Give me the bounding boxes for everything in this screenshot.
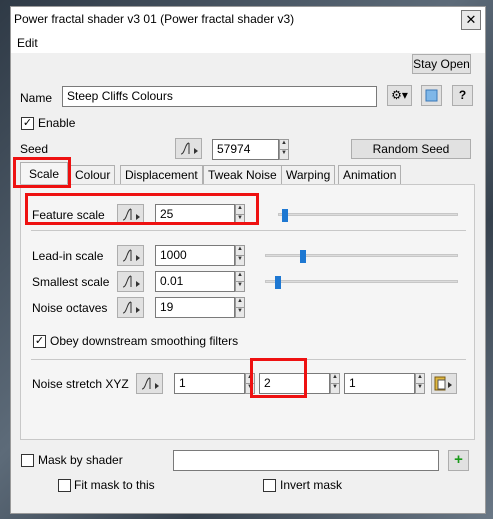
smallest-scale-slider-thumb[interactable] [274, 276, 281, 289]
noise-stretch-label: Noise stretch XYZ [32, 377, 129, 391]
title-bar[interactable]: Power fractal shader v3 01 (Power fracta… [11, 7, 485, 33]
random-seed-button[interactable]: Random Seed [351, 139, 471, 159]
highlight-box-stretch-y [250, 358, 307, 398]
name-input[interactable]: Steep Cliffs Colours [62, 86, 377, 107]
paste-button[interactable] [431, 373, 457, 394]
gear-icon: ⚙▾ [391, 88, 408, 102]
tab-displacement[interactable]: Displacement [120, 165, 203, 185]
curve-icon [141, 377, 159, 390]
noise-stretch-x-input[interactable]: 1 [174, 373, 245, 394]
help-button[interactable]: ? [452, 85, 473, 106]
mask-by-shader-label: Mask by shader [38, 453, 123, 467]
feature-scale-slider-thumb[interactable] [281, 209, 288, 222]
noise-octaves-label: Noise octaves [32, 301, 108, 315]
noise-octaves-function-button[interactable] [117, 297, 144, 318]
tab-colour[interactable]: Colour [70, 165, 116, 185]
smallest-scale-label: Smallest scale [32, 275, 110, 289]
obey-smoothing-label: Obey downstream smoothing filters [50, 334, 239, 348]
smallest-scale-input[interactable]: 0.01 [155, 271, 235, 292]
lead-in-scale-slider-track[interactable] [265, 254, 458, 257]
curve-icon [122, 275, 140, 288]
fit-mask-label: Fit mask to this [74, 478, 155, 492]
add-mask-button[interactable]: + [448, 450, 469, 471]
close-button[interactable]: ✕ [461, 10, 481, 30]
lead-in-scale-slider-thumb[interactable] [299, 250, 306, 263]
stay-open-button[interactable]: Stay Open [412, 54, 471, 74]
enable-label: Enable [38, 116, 76, 130]
tab-tweak-noise[interactable]: Tweak Noise [203, 165, 282, 185]
noise-octaves-input[interactable]: 19 [155, 297, 235, 318]
invert-mask-checkbox[interactable] [263, 479, 276, 492]
plus-icon: + [454, 451, 463, 468]
feature-scale-slider-track[interactable] [278, 213, 458, 216]
enable-checkbox[interactable]: ✓ [21, 117, 34, 130]
noise-stretch-function-button[interactable] [136, 373, 163, 394]
seed-spinner[interactable]: ▲ ▼ [279, 139, 289, 160]
obey-smoothing-checkbox[interactable]: ✓ [33, 335, 46, 348]
menu-bar: Edit [11, 33, 485, 53]
menu-edit[interactable]: Edit [17, 36, 38, 50]
lead-in-scale-input[interactable]: 1000 [155, 245, 235, 266]
lead-in-scale-spinner[interactable]: ▲ ▼ [235, 245, 245, 266]
curve-icon [122, 249, 140, 262]
lead-in-scale-label: Lead-in scale [32, 249, 104, 263]
separator [31, 230, 466, 231]
shader-window: Power fractal shader v3 01 (Power fracta… [10, 6, 486, 514]
noise-stretch-y-spinner[interactable]: ▲ ▼ [330, 373, 340, 394]
gear-menu-button[interactable]: ⚙▾ [387, 85, 412, 106]
clipboard-icon [434, 376, 452, 391]
tab-warping[interactable]: Warping [281, 165, 336, 185]
mask-by-shader-checkbox[interactable] [21, 454, 34, 467]
separator [31, 359, 466, 360]
name-label: Name [20, 91, 53, 105]
preview-button[interactable] [421, 85, 442, 106]
smallest-scale-function-button[interactable] [117, 271, 144, 292]
noise-stretch-z-spinner[interactable]: ▲ ▼ [415, 373, 425, 394]
mask-shader-input[interactable] [173, 450, 439, 471]
help-icon: ? [458, 88, 467, 102]
fit-mask-checkbox[interactable] [58, 479, 71, 492]
lead-in-scale-function-button[interactable] [117, 245, 144, 266]
tab-animation[interactable]: Animation [338, 165, 402, 185]
noise-stretch-z-input[interactable]: 1 [344, 373, 415, 394]
seed-label: Seed [20, 142, 49, 156]
seed-function-button[interactable] [175, 138, 202, 159]
window-title: Power fractal shader v3 01 (Power fracta… [14, 12, 295, 26]
smallest-scale-slider-track[interactable] [265, 280, 458, 283]
curve-icon [180, 142, 198, 155]
invert-mask-label: Invert mask [280, 478, 343, 492]
noise-octaves-spinner[interactable]: ▲ ▼ [235, 297, 245, 318]
highlight-box-scale-tab [13, 157, 71, 188]
curve-icon [122, 301, 140, 314]
highlight-box-feature-scale [25, 193, 259, 225]
smallest-scale-spinner[interactable]: ▲ ▼ [235, 271, 245, 292]
seed-input[interactable]: 57974 [212, 139, 279, 160]
image-icon [425, 89, 438, 102]
